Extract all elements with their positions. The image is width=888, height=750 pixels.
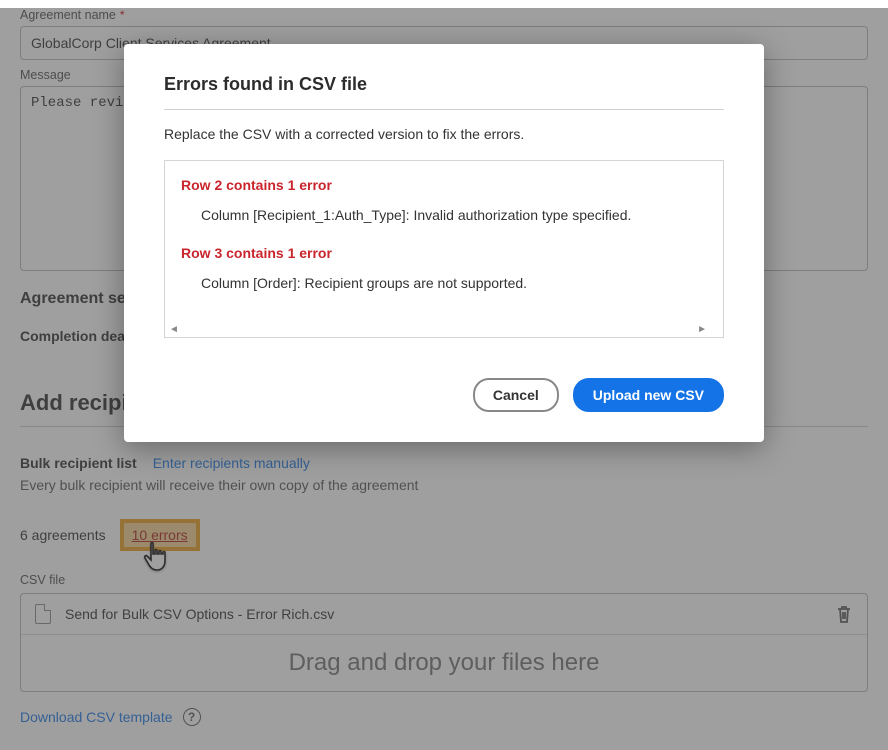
- csv-file-row: Send for Bulk CSV Options - Error Rich.c…: [21, 594, 867, 635]
- agreement-name-label: Agreement name*: [20, 8, 868, 22]
- error-row-title: Row 2 contains 1 error: [181, 177, 707, 193]
- file-icon: [35, 604, 51, 624]
- bulk-recipient-title: Bulk recipient list: [20, 455, 137, 471]
- error-row-detail: Column [Recipient_1:Auth_Type]: Invalid …: [201, 207, 707, 223]
- scroll-right-icon[interactable]: ►: [697, 324, 707, 335]
- help-icon[interactable]: ?: [183, 708, 201, 726]
- delete-file-icon[interactable]: [835, 604, 853, 624]
- bulk-recipient-desc: Every bulk recipient will receive their …: [20, 477, 868, 493]
- required-star-icon: *: [120, 8, 125, 22]
- error-row-title: Row 3 contains 1 error: [181, 245, 707, 261]
- cancel-button[interactable]: Cancel: [473, 378, 559, 412]
- csv-file-label: CSV file: [20, 573, 868, 587]
- modal-title: Errors found in CSV file: [164, 74, 724, 110]
- drop-files-message: Drag and drop your files here: [21, 635, 867, 691]
- error-row-detail: Column [Order]: Recipient groups are not…: [201, 275, 707, 291]
- csv-errors-modal: Errors found in CSV file Replace the CSV…: [124, 44, 764, 442]
- csv-drop-zone[interactable]: Send for Bulk CSV Options - Error Rich.c…: [20, 593, 868, 692]
- download-csv-template-link[interactable]: Download CSV template: [20, 709, 173, 725]
- agreements-count: 6 agreements: [20, 527, 106, 543]
- upload-new-csv-button[interactable]: Upload new CSV: [573, 378, 724, 412]
- scroll-left-icon[interactable]: ◄: [169, 324, 179, 335]
- errors-highlight-box: 10 errors: [120, 519, 200, 551]
- csv-file-name: Send for Bulk CSV Options - Error Rich.c…: [65, 606, 835, 622]
- errors-link[interactable]: 10 errors: [132, 527, 188, 543]
- modal-subtitle: Replace the CSV with a corrected version…: [164, 126, 724, 142]
- error-list-scroll[interactable]: Row 2 contains 1 error Column [Recipient…: [164, 160, 724, 338]
- enter-recipients-manually-link[interactable]: Enter recipients manually: [153, 455, 310, 471]
